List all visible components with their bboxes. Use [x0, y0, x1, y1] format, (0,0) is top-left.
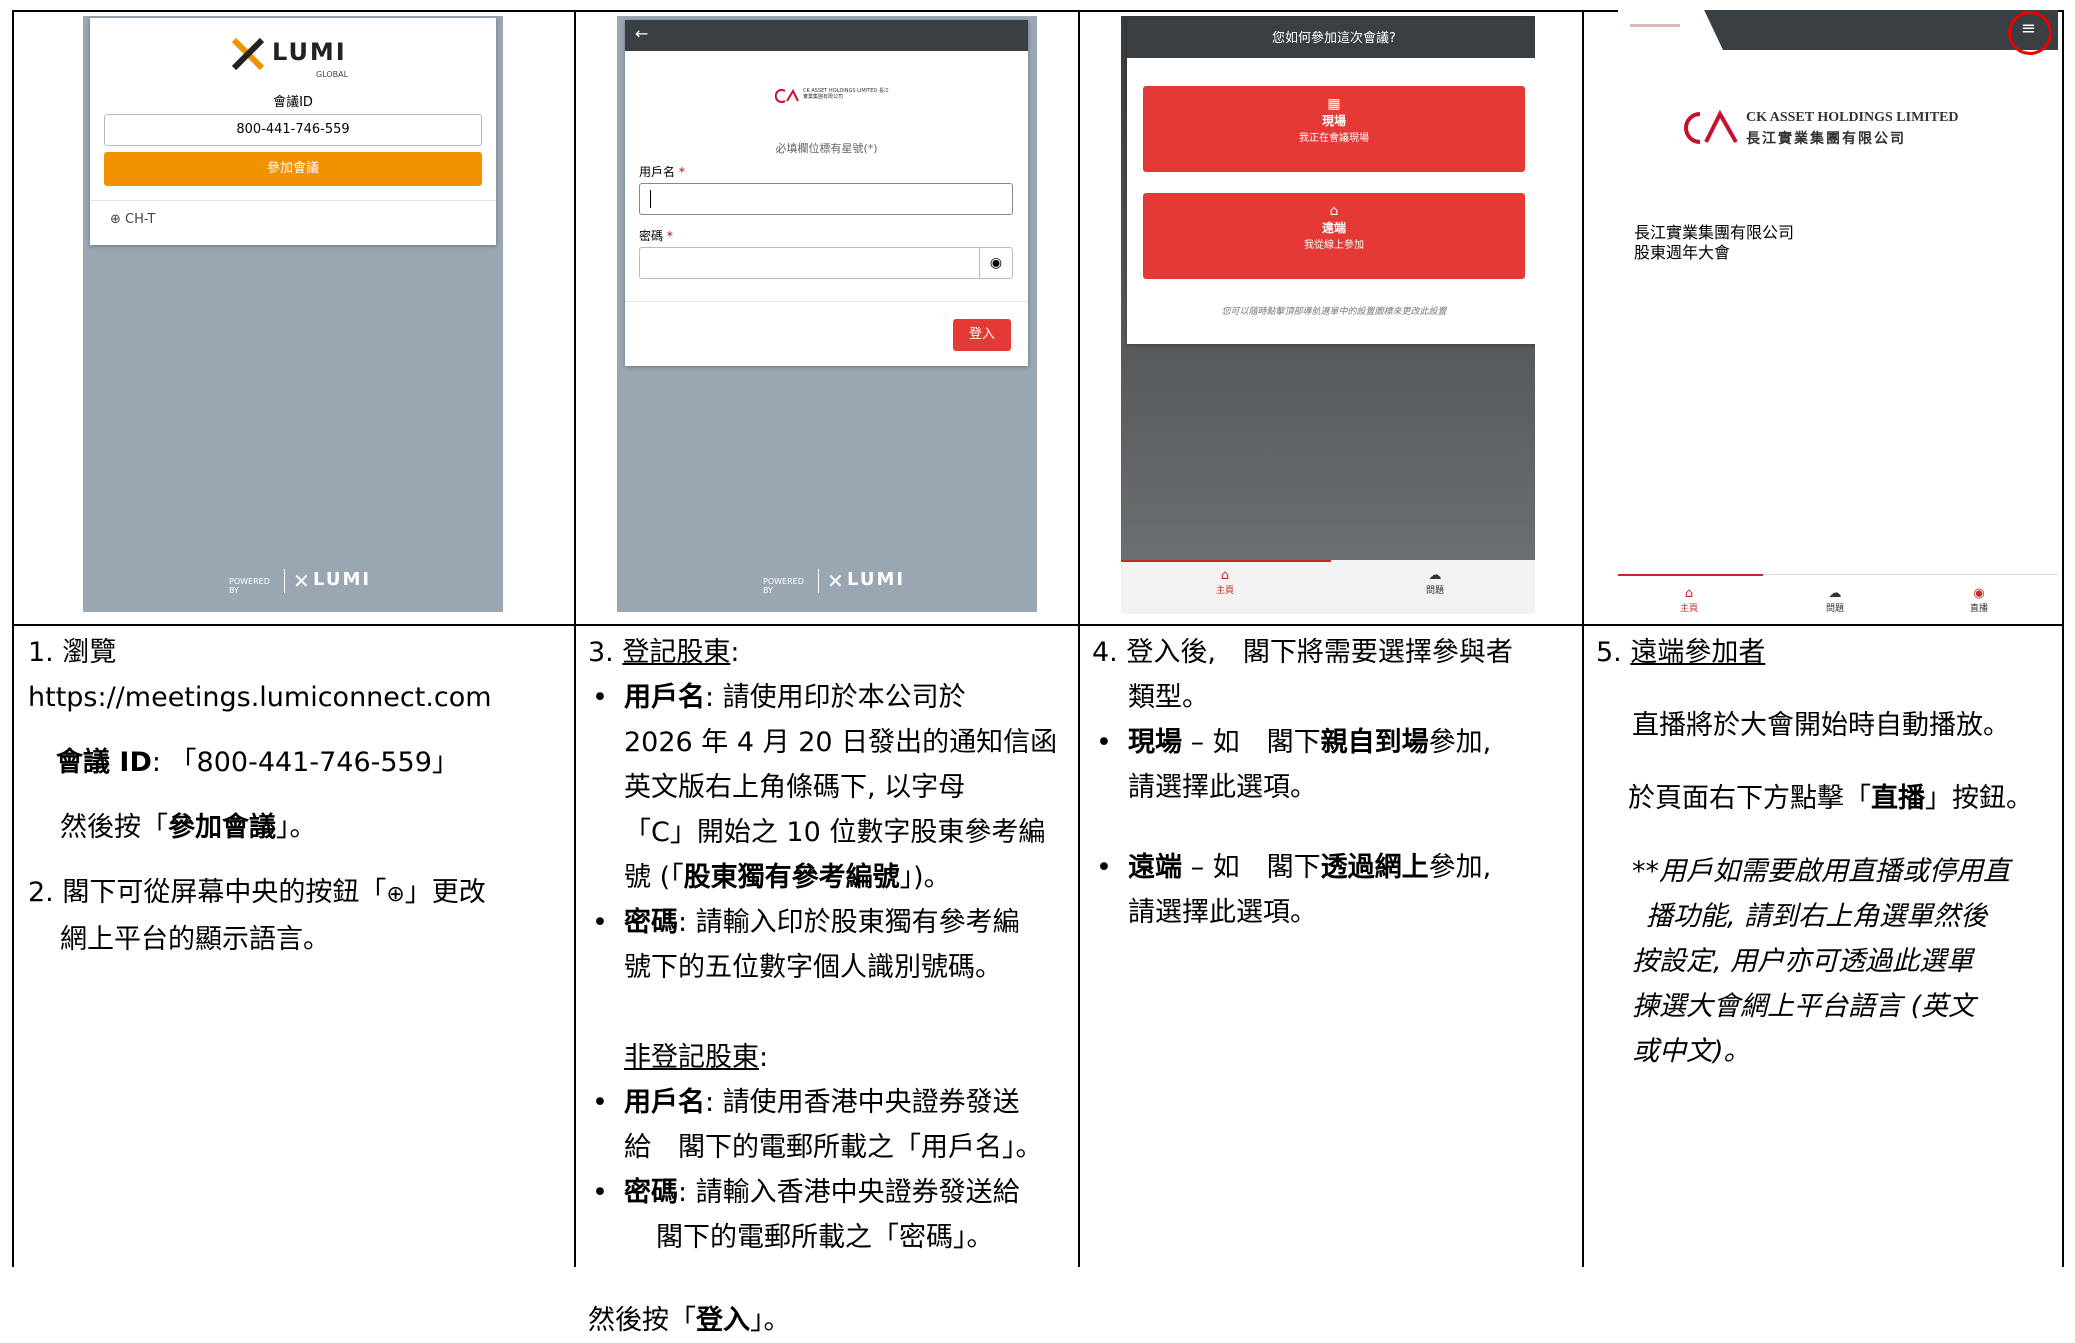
- step-3-heading: 3. 登記股東:: [588, 637, 740, 668]
- tab-questions[interactable]: ☁ 問題: [1426, 568, 1444, 596]
- list-item: 用戶名: 請使用香港中央證券發送給 閣下的電郵所載之「用戶名」。: [588, 1080, 1074, 1170]
- remote-option-subtitle: 我從線上參加: [1304, 240, 1364, 251]
- dialog-header: 您如何參加這次會議?: [1127, 20, 1535, 58]
- divider: [90, 200, 496, 201]
- ck-logo-text: CK ASSET HOLDINGS LIMITED 長江實業集團有限公司: [803, 88, 889, 100]
- step-5-heading: 5. 遠端參加者: [1596, 637, 1766, 668]
- lumi-x-icon: [231, 37, 265, 71]
- meeting-id-line: 會議 ID: 「800-441-746-559」: [56, 747, 459, 778]
- live-button-note: 於頁面右下方點擊「直播」按鈕。: [1628, 783, 2033, 814]
- row-divider: [12, 624, 2064, 626]
- username-label: 用戶名 *: [639, 165, 685, 179]
- step-1: 1. 瀏覽 https://meetings.lumiconnect.com: [28, 637, 492, 713]
- top-bar: ≡: [1618, 10, 2058, 55]
- remote-icon: ⌂: [1329, 203, 1339, 219]
- instructions-col-2: 3. 登記股東: 用戶名: 請使用印於本公司於2026 年 4 月 20 日發出…: [588, 630, 1074, 1343]
- live-autoplay-note: 直播將於大會開始時自動播放。: [1632, 710, 2010, 741]
- list-item: 遠端 – 如 閣下透過網上參加,請選擇此選項。: [1092, 845, 1578, 935]
- back-arrow-icon[interactable]: ←: [635, 24, 648, 43]
- login-button[interactable]: 登入: [953, 319, 1011, 351]
- screenshot-login: ← CK ASSET HOLDINGS LIMITED 長江實業集團有限公司 必…: [617, 16, 1037, 612]
- ck-logo-icon: [1684, 109, 1738, 144]
- screenshot-participation-type: 您如何參加這次會議? ▦ 現場 我正在會議現場 ⌂ 遠端 我從線上參加 您可以隨…: [1121, 16, 1535, 614]
- username-input[interactable]: [639, 183, 1013, 215]
- screenshot-meeting-home: ≡ CK ASSET HOLDINGS LIMITED 長江實業集團有限公司 長…: [1618, 10, 2058, 624]
- login-card: ← CK ASSET HOLDINGS LIMITED 長江實業集團有限公司 必…: [625, 20, 1028, 366]
- step-4-line-2: 類型。: [1128, 682, 1209, 713]
- ck-asset-logo: CK ASSET HOLDINGS LIMITED 長江實業集團有限公司: [774, 88, 889, 107]
- broadcast-icon: ◉: [1973, 586, 1985, 601]
- join-meeting-button[interactable]: 參加會議: [104, 152, 482, 186]
- registered-list: 用戶名: 請使用印於本公司於2026 年 4 月 20 日發出的通知信函英文版右…: [588, 675, 1074, 990]
- bottom-tab-bar: ⌂ 主頁 ☁ 問題: [1121, 560, 1535, 614]
- instructions-col-3: 4. 登入後, 閣下將需要選擇參與者 類型。 現場 – 如 閣下親自到場參加,請…: [1092, 630, 1578, 935]
- menu-highlight-circle: [2008, 11, 2052, 55]
- choice-dialog: 您如何參加這次會議? ▦ 現場 我正在會議現場 ⌂ 遠端 我從線上參加 您可以隨…: [1127, 20, 1535, 344]
- step-4: 4. 登入後, 閣下將需要選擇參與者: [1092, 637, 1513, 668]
- powered-by-label: POWERED BY: [763, 577, 804, 595]
- remote-option-button[interactable]: ⌂ 遠端 我從線上參加: [1143, 193, 1525, 279]
- password-label: 密碼 *: [639, 229, 673, 243]
- list-item: 現場 – 如 閣下親自到場參加,請選擇此選項。: [1092, 720, 1578, 810]
- settings-footnote: 您可以隨時點擊頂部導航選單中的設置圖標來更改此設置: [1221, 307, 1447, 317]
- instructions-col-4: 5. 遠端參加者 直播將於大會開始時自動播放。 於頁面右下方點擊「直播」按鈕。 …: [1596, 630, 2064, 1074]
- screenshot-join-meeting: LUMI GLOBAL 會議ID 800-441-746-559 參加會議 ⊕ …: [83, 16, 503, 612]
- column-divider: [1582, 10, 1584, 1267]
- column-divider: [574, 10, 576, 1267]
- ck-logo-icon: [774, 88, 799, 103]
- bottom-tab-bar: ⌂ 主頁 ☁ 問題 ◉ 直播: [1618, 574, 2058, 624]
- chat-icon: ☁: [1428, 568, 1442, 583]
- remote-option-title: 遠端: [1321, 221, 1346, 235]
- lumi-brand-sub: GLOBAL: [316, 70, 349, 79]
- onsite-option-button[interactable]: ▦ 現場 我正在會議現場: [1143, 86, 1525, 172]
- tab-home[interactable]: ⌂ 主頁: [1680, 586, 1698, 614]
- step-2-line-2: 網上平台的顯示語言。: [60, 924, 330, 955]
- globe-icon: ⊕: [386, 882, 405, 907]
- language-label: CH-T: [125, 212, 156, 227]
- powered-by-label: POWERED BY: [229, 577, 270, 595]
- instructions-col-1: 1. 瀏覽 https://meetings.lumiconnect.com 會…: [28, 630, 568, 962]
- meeting-id-input[interactable]: 800-441-746-559: [104, 114, 482, 146]
- chat-icon: ☁: [1828, 586, 1842, 601]
- list-item: 用戶名: 請使用印於本公司於2026 年 4 月 20 日發出的通知信函英文版右…: [588, 675, 1074, 900]
- text-cursor: [650, 190, 651, 208]
- participant-options: 現場 – 如 閣下親自到場參加,請選擇此選項。 遠端 – 如 閣下透過網上參加,…: [1092, 720, 1578, 935]
- list-item: 密碼: 請輸入印於股東獨有參考編號下的五位數字個人識別號碼。: [588, 900, 1074, 990]
- onsite-option-subtitle: 我正在會議現場: [1299, 133, 1369, 144]
- join-instruction: 然後按「參加會議」。: [60, 812, 317, 843]
- column-divider: [1078, 10, 1080, 1267]
- login-instruction: 然後按「登入」。: [588, 1305, 791, 1336]
- lumi-x-icon: ✕: [827, 569, 844, 593]
- lumi-brand: LUMI: [313, 569, 372, 590]
- tab-home[interactable]: ⌂ 主頁: [1216, 568, 1234, 596]
- meeting-url[interactable]: https://meetings.lumiconnect.com: [28, 682, 492, 713]
- lumi-x-icon: ✕: [293, 569, 310, 593]
- home-icon: ⌂: [1684, 586, 1694, 601]
- language-selector[interactable]: ⊕ CH-T: [110, 212, 155, 227]
- venue-icon: ▦: [1327, 96, 1341, 112]
- lumi-brand: LUMI: [847, 569, 906, 590]
- ck-mini-logo: [1630, 24, 1680, 27]
- join-card: LUMI GLOBAL 會議ID 800-441-746-559 參加會議 ⊕ …: [90, 18, 496, 245]
- non-registered-heading: 非登記股東:: [624, 1042, 769, 1073]
- eye-icon[interactable]: ◉: [979, 248, 1012, 278]
- list-item: 密碼: 請輸入香港中央證券發送給閣下的電郵所載之「密碼」。: [588, 1170, 1074, 1260]
- non-registered-list: 用戶名: 請使用香港中央證券發送給 閣下的電郵所載之「用戶名」。 密碼: 請輸入…: [588, 1080, 1074, 1260]
- globe-icon: ⊕: [110, 212, 121, 227]
- required-fields-note: 必填欄位標有星號(*): [775, 142, 878, 155]
- password-input[interactable]: ◉: [639, 247, 1013, 279]
- lumi-brand: LUMI: [272, 38, 347, 66]
- meeting-title-line2: 股東週年大會: [1634, 243, 1731, 262]
- login-header-bar: ←: [625, 20, 1028, 51]
- onsite-option-title: 現場: [1321, 114, 1346, 128]
- step-2: 2. 閣下可從屏幕中央的按鈕「⊕」更改: [28, 877, 486, 908]
- company-name-en: CK ASSET HOLDINGS LIMITED: [1746, 110, 1959, 125]
- home-icon: ⌂: [1220, 568, 1230, 583]
- tab-live[interactable]: ◉ 直播: [1970, 586, 1988, 614]
- company-name-zh: 長江實業集團有限公司: [1746, 132, 1906, 147]
- ck-asset-logo: CK ASSET HOLDINGS LIMITED 長江實業集團有限公司: [1670, 108, 1959, 152]
- settings-note: **用戶如需要啟用直播或停用直 播功能, 請到右上角選單然後 按設定, 用户亦可透過…: [1632, 856, 2010, 1067]
- meeting-id-label: 會議ID: [273, 95, 313, 110]
- tab-questions[interactable]: ☁ 問題: [1826, 586, 1844, 614]
